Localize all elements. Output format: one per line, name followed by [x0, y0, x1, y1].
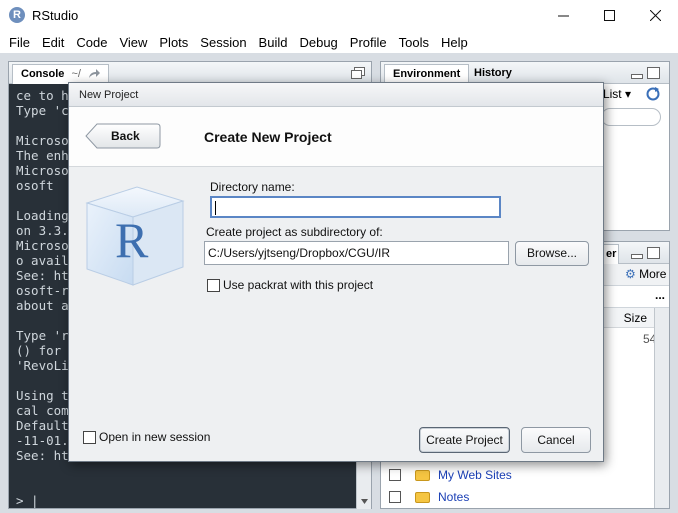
- pane-minmax-icon[interactable]: [631, 67, 661, 79]
- rstudio-app-icon: R: [9, 7, 25, 23]
- console-header: Console ~/: [9, 62, 371, 84]
- new-session-checkbox[interactable]: [83, 430, 96, 444]
- menu-tools[interactable]: Tools: [393, 35, 435, 50]
- menu-debug[interactable]: Debug: [293, 35, 343, 50]
- dialog-heading: Create New Project: [204, 129, 332, 145]
- r-project-cube-icon: R: [85, 186, 185, 286]
- files-scrollbar[interactable]: [654, 308, 669, 508]
- window-title: RStudio: [32, 8, 79, 23]
- tab-viewer-fragment[interactable]: er: [603, 244, 620, 264]
- r-logo-letter: R: [115, 212, 149, 268]
- environment-header: Environment History: [381, 62, 669, 84]
- menu-view[interactable]: View: [113, 35, 153, 50]
- file-row-my-web-sites[interactable]: My Web Sites: [381, 464, 655, 486]
- menu-build[interactable]: Build: [253, 35, 294, 50]
- menu-profile[interactable]: Profile: [344, 35, 393, 50]
- menu-code[interactable]: Code: [70, 35, 113, 50]
- minimize-button[interactable]: [540, 0, 586, 31]
- gear-icon: ⚙: [625, 267, 636, 281]
- file-select-checkbox[interactable]: [389, 491, 401, 503]
- menu-help[interactable]: Help: [435, 35, 474, 50]
- subdirectory-label: Create project as subdirectory of:: [206, 225, 383, 239]
- back-button[interactable]: Back: [85, 123, 161, 149]
- list-view-label: List: [602, 87, 622, 101]
- console-working-dir: ~/: [71, 68, 81, 80]
- packrat-option[interactable]: Use packrat with this project: [207, 278, 373, 292]
- new-project-dialog: New Project Back Create New Project R Di…: [68, 82, 604, 462]
- dialog-body: R Directory name: Create project as subd…: [69, 167, 603, 463]
- close-button[interactable]: [632, 0, 678, 31]
- menu-plots[interactable]: Plots: [153, 35, 194, 50]
- menu-bar: File Edit Code View Plots Session Build …: [0, 31, 678, 53]
- packrat-label: Use packrat with this project: [223, 278, 374, 292]
- files-path-menu-button[interactable]: ...: [655, 288, 665, 302]
- file-name-link[interactable]: My Web Sites: [438, 468, 512, 482]
- menu-session[interactable]: Session: [194, 35, 252, 50]
- tab-environment[interactable]: Environment: [384, 64, 470, 84]
- environment-search-input[interactable]: [601, 108, 661, 126]
- subdirectory-input[interactable]: C:/Users/yjtseng/Dropbox/CGU/IR: [204, 241, 509, 265]
- menu-edit[interactable]: Edit: [36, 35, 70, 50]
- new-session-option[interactable]: Open in new session: [83, 430, 210, 444]
- maximize-icon: [603, 10, 615, 21]
- file-select-checkbox[interactable]: [389, 469, 401, 481]
- dialog-title: New Project: [69, 83, 603, 107]
- console-line: > |: [16, 493, 39, 508]
- restore-pane-icon[interactable]: [351, 67, 365, 79]
- folder-icon: [415, 491, 430, 503]
- text-caret: [215, 200, 216, 215]
- back-button-label: Back: [111, 129, 140, 143]
- directory-name-input[interactable]: [210, 196, 501, 218]
- menu-file[interactable]: File: [3, 35, 36, 50]
- minimize-icon: [557, 15, 569, 17]
- packrat-checkbox[interactable]: [207, 278, 220, 292]
- tab-history[interactable]: History: [466, 64, 520, 84]
- create-project-button[interactable]: Create Project: [419, 427, 510, 453]
- files-pane-minmax-icon[interactable]: [631, 247, 661, 259]
- scroll-down-icon[interactable]: [357, 495, 372, 507]
- folder-icon: [415, 469, 430, 481]
- view-mode-select[interactable]: List ▾: [603, 87, 631, 101]
- dialog-header: Back Create New Project: [69, 107, 603, 167]
- size-column-header[interactable]: Size: [624, 311, 647, 325]
- file-row-notes[interactable]: Notes: [381, 486, 655, 508]
- new-session-label: Open in new session: [99, 430, 211, 444]
- window-titlebar: R RStudio: [0, 0, 678, 31]
- tab-console[interactable]: Console ~/: [12, 64, 110, 84]
- browse-button[interactable]: Browse...: [515, 241, 589, 266]
- more-menu-button[interactable]: ⚙ More: [625, 267, 666, 281]
- directory-name-label: Directory name:: [210, 180, 295, 194]
- maximize-button[interactable]: [586, 0, 632, 31]
- cancel-button[interactable]: Cancel: [521, 427, 591, 453]
- close-icon: [649, 10, 661, 21]
- goto-dir-icon[interactable]: [88, 69, 101, 79]
- file-name-link[interactable]: Notes: [438, 490, 469, 504]
- refresh-icon[interactable]: [645, 86, 661, 102]
- console-tab-label: Console: [21, 68, 65, 80]
- subdirectory-value: C:/Users/yjtseng/Dropbox/CGU/IR: [208, 246, 391, 260]
- more-label: More: [639, 267, 667, 281]
